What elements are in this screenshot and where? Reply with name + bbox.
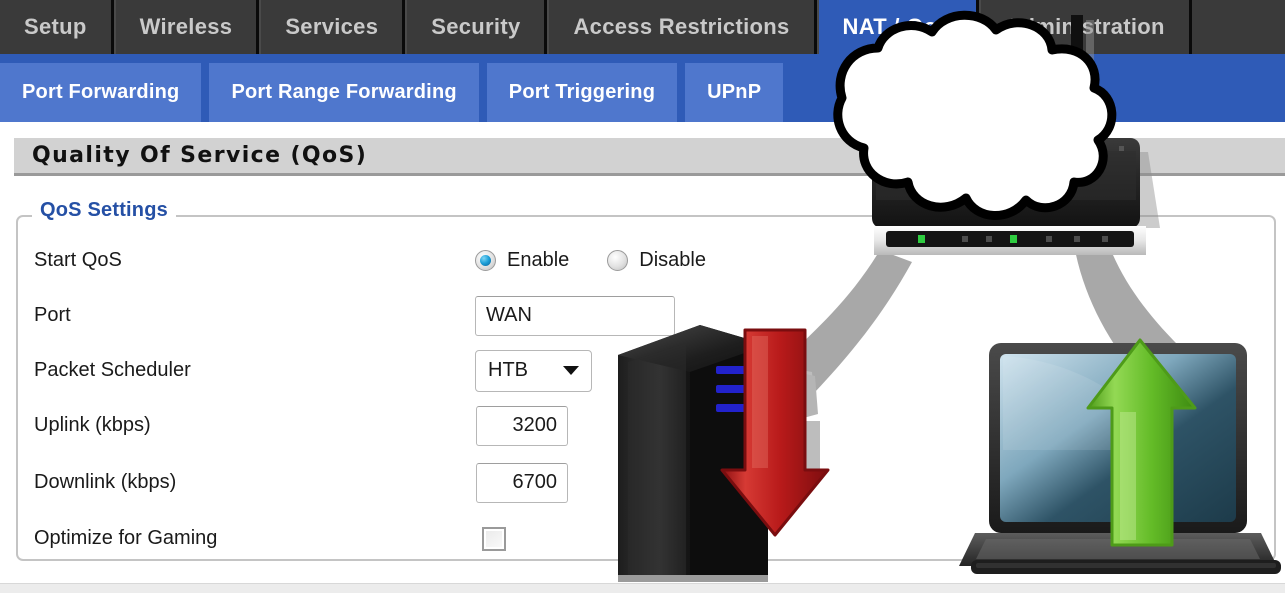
control-uplink: 3200 [476,405,568,446]
row-optimize-gaming: Optimize for Gaming [18,511,1274,566]
label-downlink: Downlink (kbps) [34,471,177,493]
content-panel: Quality Of Service (QoS) QoS Settings St… [0,122,1285,593]
control-downlink: 6700 [476,462,568,503]
row-start-qos: Start QoS Enable Disable [18,233,1274,288]
control-port: WAN [475,295,675,336]
row-port: Port WAN [18,288,1274,343]
bottom-divider [0,583,1285,593]
sub-nav-item-2[interactable]: Port Triggering [486,63,678,122]
label-start-qos: Start QoS [34,249,122,271]
control-packet-scheduler: HTB [475,349,592,392]
packet-scheduler-select[interactable]: HTB [475,349,592,392]
main-nav-item-0[interactable]: Setup [0,0,114,54]
main-nav-item-4[interactable]: Access Restrictions [547,0,817,54]
downlink-input[interactable]: 6700 [476,462,568,503]
radio-disable-icon[interactable] [607,250,629,271]
main-navigation-bar: Setup Wireless Services Security Access Rest… [0,0,1285,54]
port-input[interactable]: WAN [475,295,675,336]
page-title: Quality Of Service (QoS) [32,143,368,168]
main-nav-item-5[interactable]: NAT / QoS [816,0,980,54]
label-port: Port [34,304,71,326]
radio-enable-icon[interactable] [475,250,496,271]
row-downlink: Downlink (kbps) 6700 [18,455,1274,510]
label-uplink: Uplink (kbps) [34,414,151,436]
radio-option-disable[interactable]: Disable [607,249,706,272]
radio-disable-label: Disable [639,249,706,271]
control-optimize-gaming [482,526,506,551]
optimize-gaming-checkbox[interactable] [482,526,506,551]
page-title-bar: Quality Of Service (QoS) [14,138,1285,176]
main-nav-item-6[interactable]: Administration [979,0,1192,54]
qos-settings-fieldset: QoS Settings Start QoS Enable Disable Po… [16,199,1276,561]
radio-option-enable[interactable]: Enable [475,249,569,272]
control-start-qos: Enable Disable [475,249,744,272]
chevron-down-icon[interactable] [563,366,579,375]
label-packet-scheduler: Packet Scheduler [34,359,191,381]
row-uplink: Uplink (kbps) 3200 [18,398,1274,453]
start-qos-radio-group: Enable Disable [475,249,744,272]
sub-nav-item-3[interactable]: UPnP [685,63,784,122]
main-nav-item-1[interactable]: Wireless [113,0,260,54]
sub-nav-item-1[interactable]: Port Range Forwarding [209,63,479,122]
sub-navigation-bar: Port Forwarding Port Range Forwarding Port… [0,54,1285,122]
qos-settings-legend: QoS Settings [32,199,176,222]
row-packet-scheduler: Packet Scheduler HTB [18,343,1274,398]
main-nav-item-3[interactable]: Security [405,0,548,54]
radio-enable-label: Enable [507,249,570,271]
label-optimize-gaming: Optimize for Gaming [34,527,218,549]
packet-scheduler-value: HTB [488,359,528,381]
uplink-input[interactable]: 3200 [476,405,568,446]
main-nav-item-2[interactable]: Services [259,0,406,54]
sub-nav-item-0[interactable]: Port Forwarding [0,63,202,122]
